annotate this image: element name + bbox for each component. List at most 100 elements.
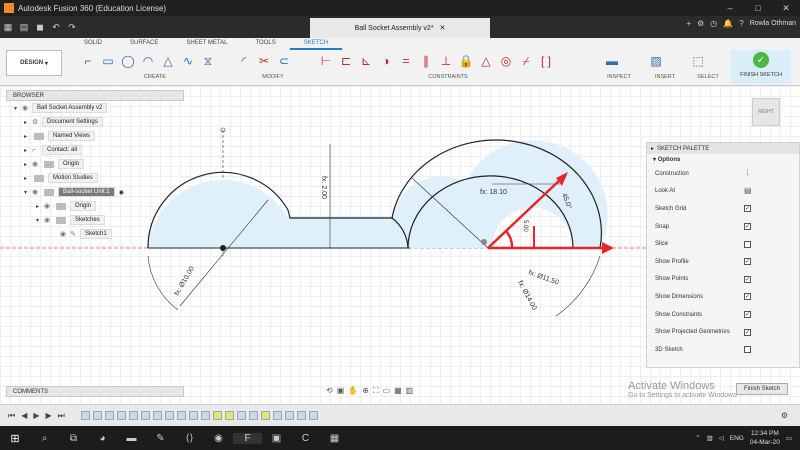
display-settings-icon[interactable]: ▭	[383, 386, 391, 396]
play-icon[interactable]: ▶	[33, 411, 39, 420]
palette-row-look-at[interactable]: Look At ▤	[647, 183, 799, 201]
constraints-group-label[interactable]: CONSTRAINTS	[318, 74, 578, 80]
timeline-feature[interactable]	[272, 411, 282, 420]
fit-icon[interactable]: ⛶	[373, 386, 379, 396]
timeline-feature[interactable]	[164, 411, 174, 420]
line-icon[interactable]: ⌐	[80, 53, 96, 69]
browser-item-motion-studies[interactable]: ▸ Motion Studies	[6, 171, 184, 185]
snap-checkbox[interactable]: ✓	[744, 223, 751, 231]
coincident-icon[interactable]: ⊾	[358, 53, 374, 69]
show-projected-checkbox[interactable]: ✓	[744, 328, 751, 336]
timeline-feature[interactable]	[176, 411, 186, 420]
windows-start-icon[interactable]: ⊞	[0, 432, 30, 445]
timeline-feature[interactable]	[140, 411, 150, 420]
expand-icon[interactable]: ▸	[24, 147, 32, 154]
network-icon[interactable]: ▥	[707, 434, 713, 442]
step-back-icon[interactable]: ◀	[21, 411, 27, 420]
construction-icon[interactable]: ⟨	[744, 169, 751, 177]
timeline-feature[interactable]	[128, 411, 138, 420]
save-icon[interactable]: ◼	[32, 22, 48, 33]
tab-surface[interactable]: SURFACE	[116, 38, 172, 50]
timeline-feature[interactable]	[104, 411, 114, 420]
palette-row-3d-sketch[interactable]: 3D Sketch	[647, 341, 799, 359]
clock[interactable]: 12:34 PM 04-Mar-20	[750, 429, 780, 447]
timeline-feature[interactable]	[260, 411, 270, 420]
expand-icon[interactable]: ▸	[24, 175, 32, 182]
equal-icon[interactable]: =	[398, 53, 414, 69]
browser-item-document-settings[interactable]: ▸ ⚙ Document Settings	[6, 115, 184, 129]
timeline-feature[interactable]	[248, 411, 258, 420]
orbit-icon[interactable]: ⟲	[326, 386, 333, 396]
tray-chevron-icon[interactable]: ⌃	[695, 434, 700, 442]
timeline-feature[interactable]	[296, 411, 306, 420]
dimension-label-small[interactable]: 5.00	[522, 220, 528, 232]
visibility-eye-icon[interactable]: ◉	[32, 188, 42, 196]
viewports-icon[interactable]: ▥	[406, 386, 414, 396]
file-icon[interactable]: ▤	[16, 22, 32, 33]
timeline-feature[interactable]	[152, 411, 162, 420]
sketch-grid-checkbox[interactable]: ✓	[744, 205, 751, 213]
tangent-icon[interactable]: ◑	[378, 53, 394, 69]
dimension-label-r1[interactable]: fx: Ø11.50	[527, 269, 559, 286]
go-to-end-icon[interactable]: ⏭	[58, 411, 65, 421]
center-point-right[interactable]	[481, 239, 487, 245]
expand-icon[interactable]: ▾	[24, 189, 32, 196]
palette-row-snap[interactable]: Snap ✓	[647, 218, 799, 236]
file-explorer-icon[interactable]: ▬	[117, 433, 146, 444]
sketch-palette-header[interactable]: ▸ SKETCH PALETTE	[647, 143, 799, 154]
task-view-icon[interactable]: ⧉	[59, 433, 88, 444]
photos-icon[interactable]: ▦	[320, 433, 349, 444]
look-at-nav-icon[interactable]: ▣	[337, 386, 345, 396]
data-panel-grid-icon[interactable]: ▦	[0, 22, 16, 33]
tab-sketch[interactable]: SKETCH	[289, 38, 343, 50]
dimension-label-top[interactable]: fx: 2.00	[320, 176, 327, 199]
fillet-icon[interactable]: ◜	[236, 53, 252, 69]
horizontal-vertical-icon[interactable]: ⊏	[338, 53, 354, 69]
workspace-design-button[interactable]: DESIGN ▾	[6, 50, 62, 76]
show-points-checkbox[interactable]: ✓	[744, 275, 751, 283]
close-icon[interactable]: ✕	[772, 3, 800, 14]
undo-icon[interactable]: ↶	[48, 22, 64, 33]
palette-row-show-points[interactable]: Show Points ✓	[647, 271, 799, 289]
rectangle-icon[interactable]: ▭	[100, 53, 116, 69]
timeline-feature[interactable]	[80, 411, 90, 420]
visibility-eye-icon[interactable]: ◉	[44, 202, 54, 210]
visibility-eye-icon[interactable]: ◉	[44, 216, 54, 224]
browser-item-sketches[interactable]: ▾ ◉ Sketches	[6, 213, 184, 227]
code-app-icon[interactable]: ⟨⟩	[175, 433, 204, 444]
timeline-settings-gear-icon[interactable]: ⚙	[781, 411, 788, 420]
3d-sketch-checkbox[interactable]	[744, 346, 751, 354]
trim-icon[interactable]: ✂	[256, 53, 272, 69]
look-at-icon[interactable]: ▤	[744, 186, 752, 195]
timeline-feature[interactable]	[224, 411, 234, 420]
fix-lock-icon[interactable]: 🔒	[458, 53, 474, 69]
palette-row-show-projected[interactable]: Show Projected Geometries ✓	[647, 323, 799, 341]
timeline-feature[interactable]	[200, 411, 210, 420]
browser-item-sketch1[interactable]: ◉ ✎ Sketch1	[6, 227, 184, 241]
concentric-icon[interactable]: ◎	[498, 53, 514, 69]
expand-icon[interactable]: ▸	[36, 203, 44, 210]
visibility-eye-icon[interactable]: ◉	[60, 230, 70, 238]
palette-options-section[interactable]: ▾ Options	[647, 154, 799, 165]
mirror-icon[interactable]: ⧖	[200, 53, 216, 69]
dimension-label-left[interactable]: fx: Ø10.00	[174, 265, 196, 297]
browser-item-named-views[interactable]: ▸ Named Views	[6, 129, 184, 143]
slice-checkbox[interactable]	[744, 240, 751, 248]
help-icon[interactable]: ?	[739, 19, 743, 28]
view-cube[interactable]: RIGHT	[752, 98, 780, 126]
search-icon[interactable]: ⌕	[30, 433, 59, 444]
select-group-label[interactable]: SELECT	[690, 74, 726, 80]
show-constraints-checkbox[interactable]: ✓	[744, 311, 751, 319]
insert-group-label[interactable]: INSERT	[648, 74, 682, 80]
visibility-eye-icon[interactable]: ◉	[32, 160, 42, 168]
browser-item-root[interactable]: ▾ ◉ Ball Socket Assembly v2	[6, 101, 184, 115]
palette-collapse-icon[interactable]: ▸	[651, 145, 654, 152]
timeline-feature[interactable]	[116, 411, 126, 420]
volume-icon[interactable]: ◁	[719, 434, 724, 442]
tab-tools[interactable]: TOOLS	[241, 38, 289, 50]
insert-image-icon[interactable]: ▨	[648, 53, 664, 69]
document-tab[interactable]: Ball Socket Assembly v2* ✕	[310, 18, 490, 38]
measure-icon[interactable]: ▬	[604, 53, 620, 69]
arc-icon[interactable]: ◠	[140, 53, 156, 69]
zoom-icon[interactable]: ⊕	[362, 386, 369, 396]
